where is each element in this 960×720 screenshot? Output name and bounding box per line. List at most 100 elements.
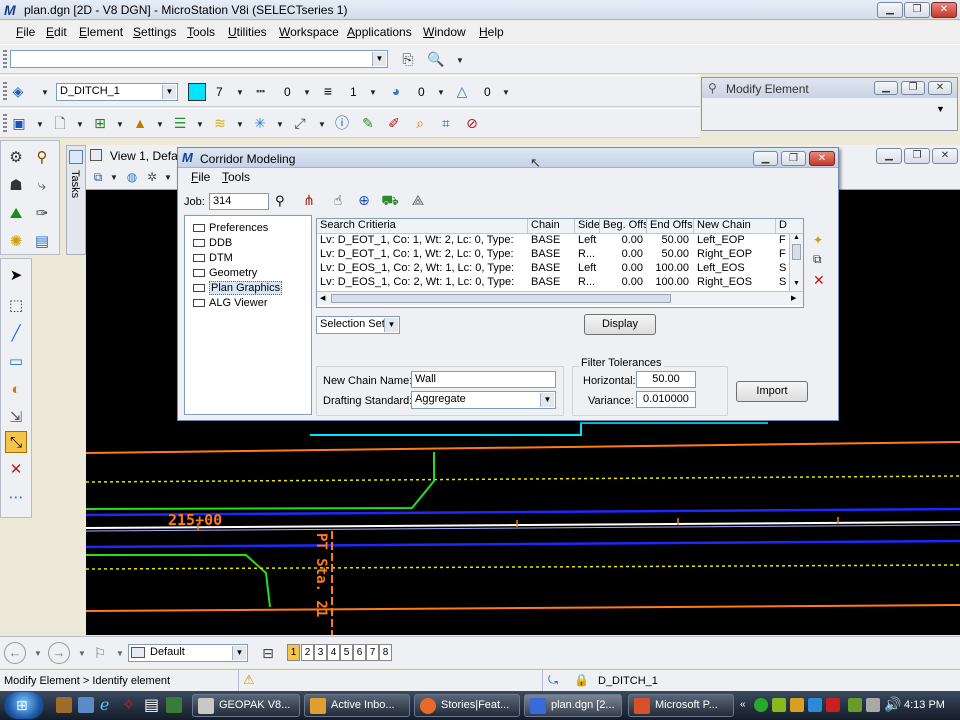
tray-icon-1[interactable] — [754, 698, 768, 712]
scroll-thumb[interactable] — [792, 244, 801, 260]
ie-icon[interactable]: ℯ — [100, 695, 109, 715]
restore-button[interactable]: ❐ — [901, 81, 925, 95]
chevron-down-icon[interactable]: ▼ — [502, 88, 510, 97]
toolbar-grip[interactable] — [3, 114, 7, 134]
chevron-down-icon[interactable]: ▼ — [78, 649, 86, 658]
transparency-icon[interactable]: ◕ — [386, 81, 406, 101]
plan-view-icon[interactable]: ⊕ — [354, 190, 374, 210]
chevron-down-icon[interactable]: ▼ — [236, 88, 244, 97]
keyin-search-icon[interactable]: 🔍 — [426, 49, 446, 69]
restore-button[interactable]: ❐ — [781, 151, 806, 166]
warning-icon[interactable]: ⚠ — [243, 672, 255, 688]
menu-window[interactable]: Window — [423, 25, 466, 39]
column-header[interactable]: Side — [575, 219, 600, 234]
info-icon[interactable]: ⓘ — [332, 113, 352, 133]
tree-item-geometry[interactable]: Geometry — [193, 267, 257, 281]
color-swatch[interactable] — [188, 83, 206, 101]
line-weight-icon[interactable]: ≡ — [318, 81, 338, 101]
corridor-titlebar[interactable]: M Corridor Modeling ↖ ▁ ❐ ✕ — [178, 148, 838, 170]
scroll-thumb[interactable] — [331, 294, 671, 303]
import-button[interactable]: Import — [736, 381, 808, 402]
new-file-icon[interactable]: 🗋 — [50, 113, 70, 133]
minimize-button[interactable]: ▁ — [876, 148, 902, 164]
view-groups-icon[interactable]: ⊟ — [258, 643, 278, 663]
view-button-7[interactable]: 7 — [366, 644, 379, 661]
taskbar-item-plan[interactable]: plan.dgn [2... — [524, 694, 622, 717]
chevron-down-icon[interactable]: ▼ — [116, 120, 124, 129]
tasks-tab[interactable]: Tasks — [66, 145, 86, 255]
menu-edit[interactable]: Edit — [46, 25, 67, 39]
people-icon[interactable]: ☗ — [5, 175, 27, 197]
keyin-combo[interactable]: ▼ — [10, 50, 388, 68]
locks-icon[interactable]: ⤢ — [290, 113, 310, 133]
tray-icon-4[interactable] — [808, 698, 822, 712]
toolbar-grip[interactable] — [3, 50, 7, 70]
chevron-down-icon[interactable]: ▼ — [372, 52, 386, 66]
taskbar-item-geopak[interactable]: GEOPAK V8... — [192, 694, 300, 717]
taskbar-item-inbox[interactable]: Active Inbo... — [304, 694, 410, 717]
priority-icon[interactable]: △ — [452, 81, 472, 101]
tray-icon-3[interactable] — [790, 698, 804, 712]
close-button[interactable]: ✕ — [928, 81, 952, 95]
view-attributes-icon[interactable]: ⧉ — [88, 167, 108, 187]
chevron-down-icon[interactable]: ▼ — [232, 646, 246, 660]
snap-mode-icon[interactable]: ⤿ — [548, 673, 558, 688]
select-arrow-icon[interactable]: ➤ — [5, 265, 27, 287]
delete-row-icon[interactable]: ✕ — [813, 272, 825, 289]
chevron-down-icon[interactable]: ▼ — [793, 280, 800, 287]
acrobat-icon[interactable]: ✧ — [122, 695, 135, 715]
variance-input[interactable]: 0.010000 — [636, 391, 696, 408]
find-icon[interactable]: ⌕ — [410, 113, 430, 133]
add-row-icon[interactable]: ✦ — [813, 233, 823, 247]
terrain-icon[interactable]: ⛰ — [5, 203, 27, 225]
app-icon[interactable] — [166, 697, 182, 713]
chevron-down-icon[interactable]: ▼ — [936, 104, 945, 114]
explorer-icon[interactable] — [56, 697, 72, 713]
horizontal-input[interactable]: 50.00 — [636, 371, 696, 388]
display-button[interactable]: Display — [584, 314, 656, 335]
line-tool-icon[interactable]: ╱ — [5, 323, 27, 345]
new-chain-input[interactable]: Wall — [411, 371, 556, 388]
minimize-button[interactable]: ▁ — [874, 81, 898, 95]
menu-help[interactable]: Help — [479, 25, 504, 39]
survey-icon[interactable]: ⚲ — [31, 147, 53, 169]
pin-icon[interactable]: ⚐ — [90, 643, 110, 663]
level-display-icon[interactable]: ◈ — [8, 81, 28, 101]
template-icon[interactable]: ⟁ — [408, 190, 428, 210]
raster-icon[interactable]: ▲ — [130, 113, 150, 133]
measure-tool-icon[interactable]: ⋯ — [5, 487, 27, 509]
start-button[interactable]: ⊞ — [4, 692, 44, 719]
taskbar-item-stories[interactable]: Stories|Feat... — [414, 694, 520, 717]
levels-icon[interactable]: ☰ — [170, 113, 190, 133]
chevron-down-icon[interactable]: ▼ — [76, 120, 84, 129]
fence-tool-icon[interactable]: ⬚ — [5, 295, 27, 317]
table-vertical-scrollbar[interactable]: ▲ ▼ — [789, 234, 803, 291]
chevron-down-icon[interactable]: ▼ — [318, 120, 326, 129]
menu-applications[interactable]: Applications — [347, 25, 412, 39]
view-button-5[interactable]: 5 — [340, 644, 353, 661]
chevron-down-icon[interactable]: ▼ — [34, 649, 42, 658]
tray-icon-5[interactable] — [826, 698, 840, 712]
chevron-down-icon[interactable]: ▼ — [164, 173, 172, 182]
job-input[interactable]: 314 — [209, 193, 269, 210]
view-group-select[interactable]: Default ▼ — [128, 644, 248, 662]
level-combo[interactable]: D_DITCH_1 ▼ — [56, 83, 178, 101]
chevron-down-icon[interactable]: ▼ — [369, 88, 377, 97]
menu-file[interactable]: File — [16, 25, 35, 39]
tree-item-plan-graphics[interactable]: Plan Graphics — [193, 281, 283, 296]
column-header[interactable]: New Chain — [694, 219, 776, 234]
polygon-tool-icon[interactable]: ▭ — [5, 351, 27, 373]
menu-settings[interactable]: Settings — [133, 25, 176, 39]
dimension-tool-icon[interactable]: ⇲ — [5, 407, 27, 429]
back-arrow-icon[interactable]: ← — [4, 642, 26, 664]
selection-mode-select[interactable]: Selection Set ▼ — [316, 316, 400, 334]
chevron-up-icon[interactable]: ▲ — [793, 234, 800, 241]
view-gear-icon[interactable]: ✲ — [142, 167, 162, 187]
copy-row-icon[interactable]: ⧉ — [813, 252, 822, 267]
chevron-down-icon[interactable]: ▼ — [236, 120, 244, 129]
tray-icon-2[interactable] — [772, 698, 786, 712]
plan-graphics-table[interactable]: Search Critieria Chain Side Beg. Offset … — [316, 218, 804, 308]
restore-button[interactable]: ❐ — [904, 148, 930, 164]
corridor-menu-file[interactable]: File — [191, 170, 210, 184]
column-header[interactable]: End Offset — [647, 219, 694, 234]
